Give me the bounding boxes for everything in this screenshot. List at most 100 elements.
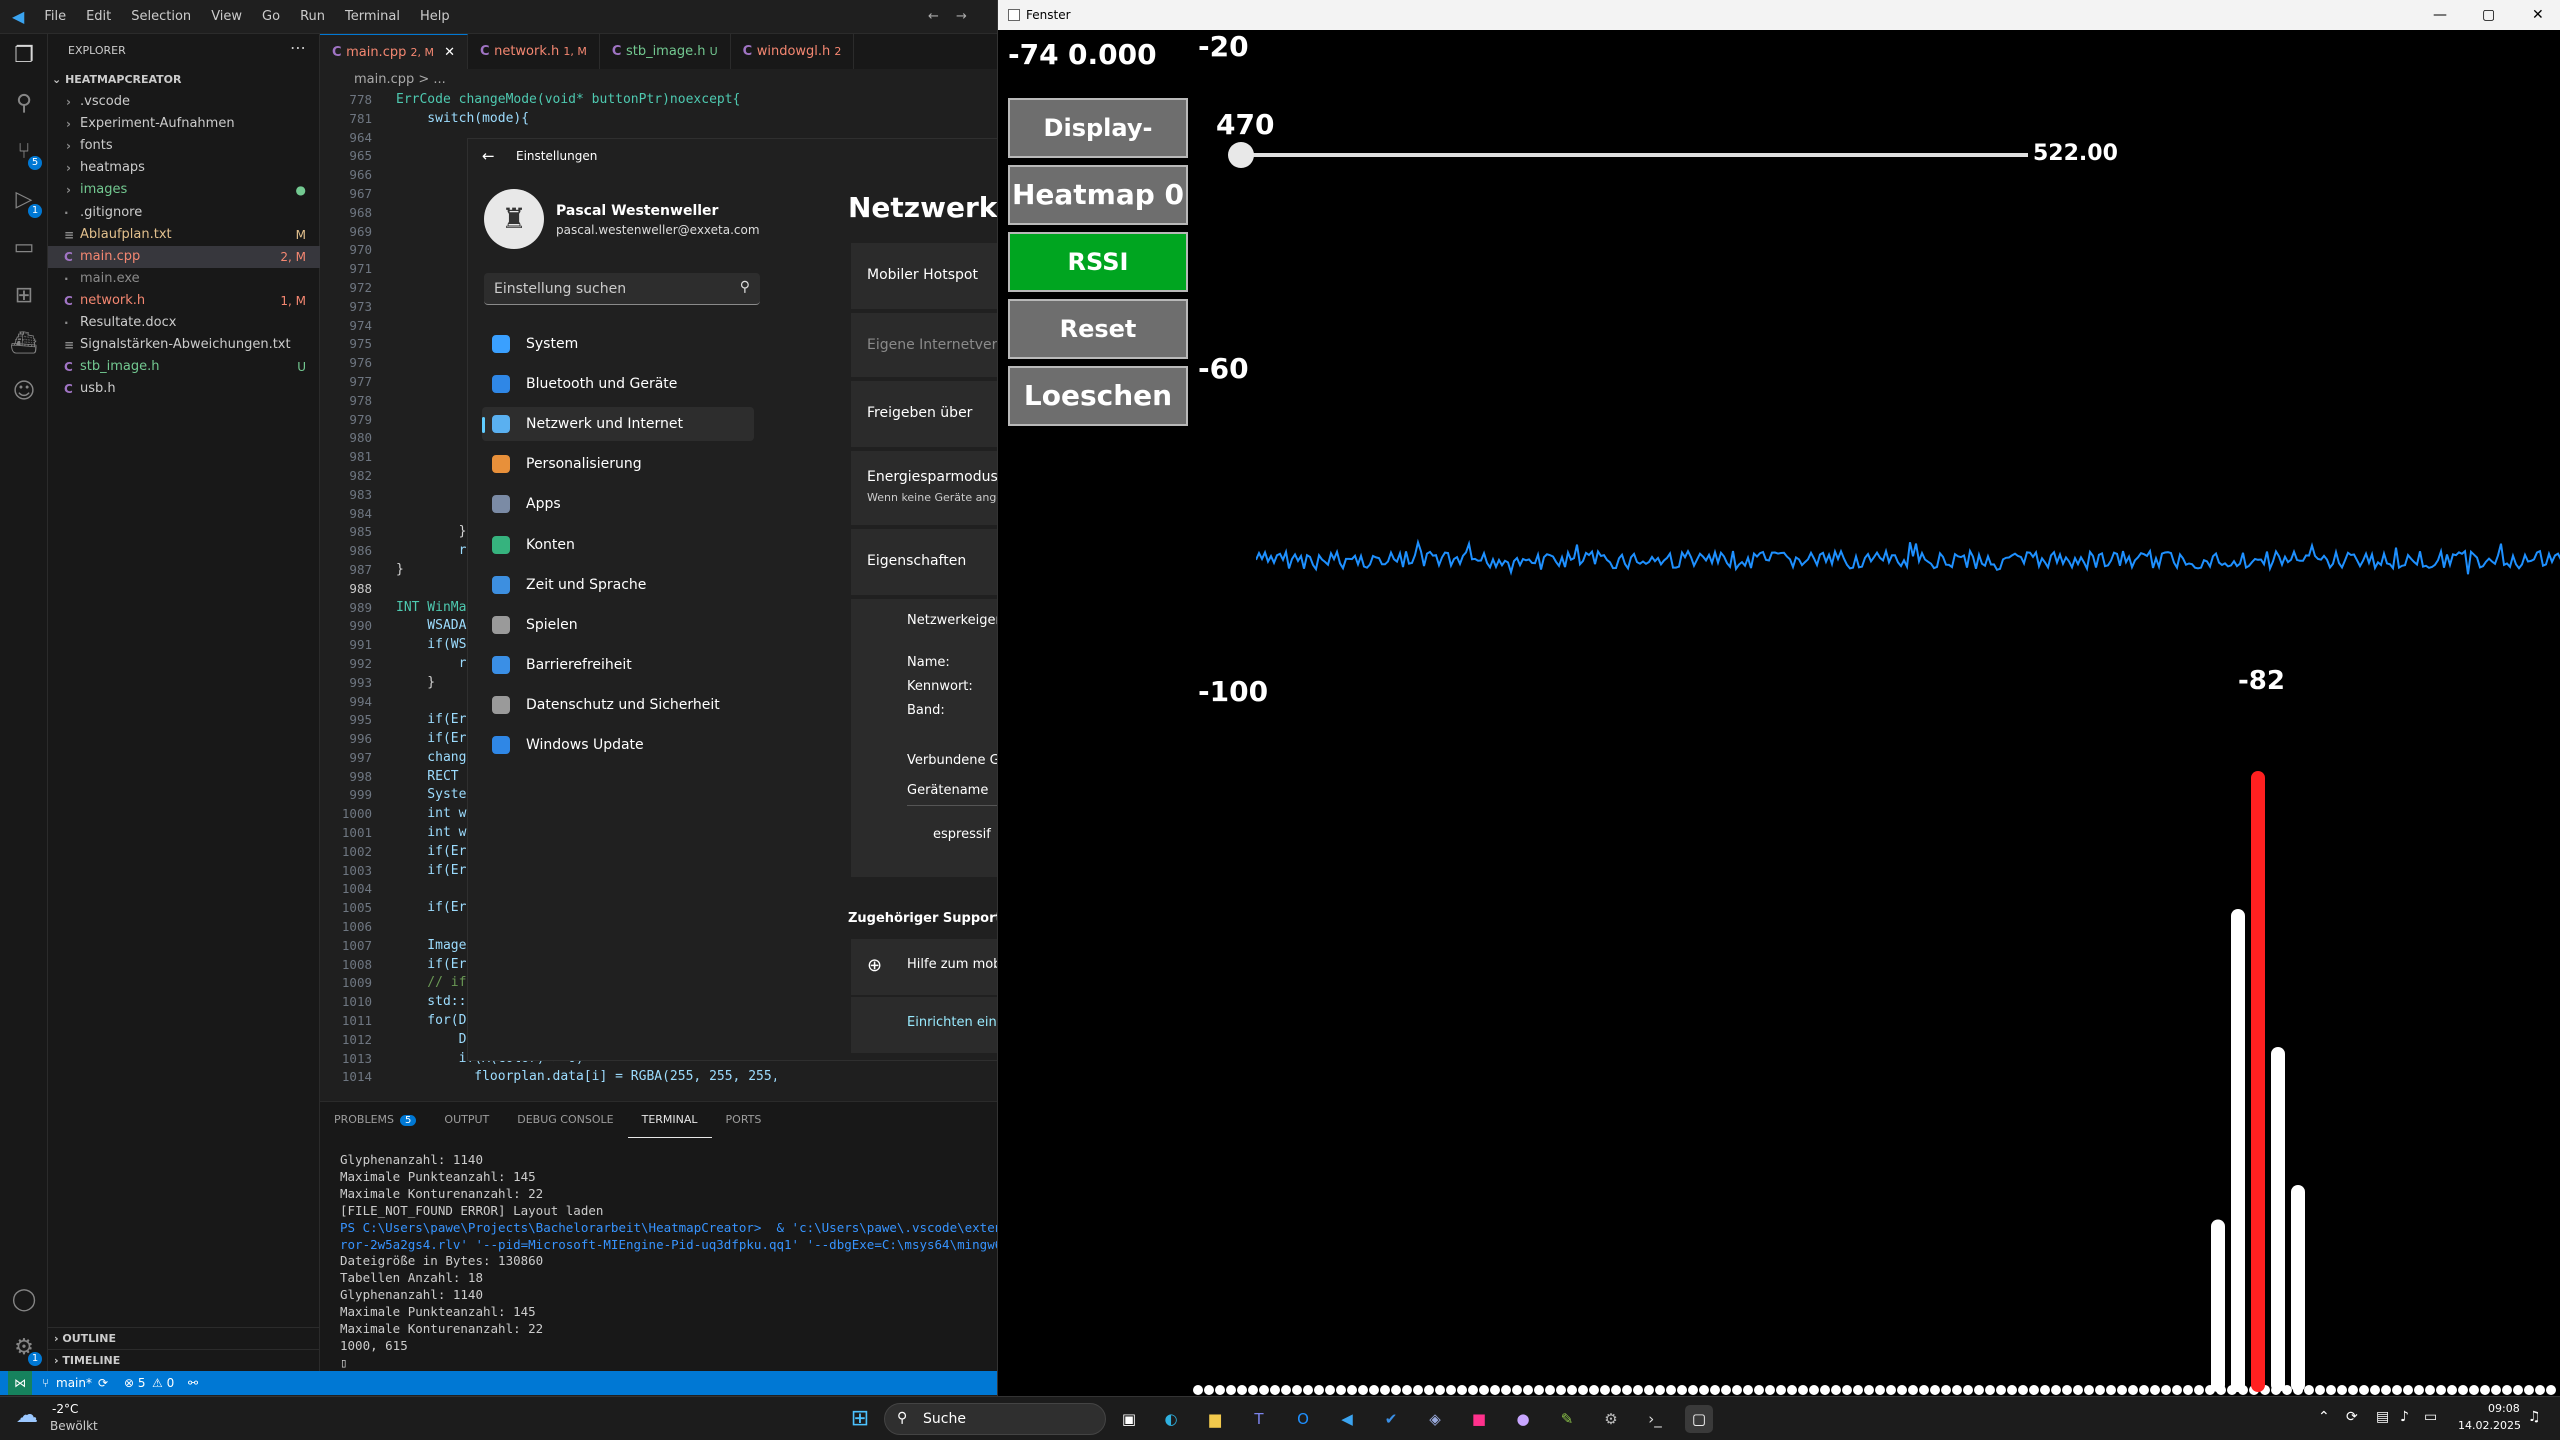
file-tree-item[interactable]: › fonts [48,135,320,157]
file-tree-item[interactable]: › Experiment-Aufnahmen [48,113,320,135]
file-tree-item[interactable]: · .gitignore [48,202,320,224]
menu-help[interactable]: Help [410,9,460,24]
file-tree-item[interactable]: · Resultate.docx [48,312,320,334]
file-tree-item[interactable]: Cnetwork.h 1, M [48,290,320,312]
explorer-icon[interactable]: ❐ [10,42,38,70]
tab-close-icon[interactable]: ✕ [440,45,455,60]
settings-taskbar-icon[interactable]: ⚙ [1597,1405,1625,1433]
slider-handle[interactable] [1228,142,1254,168]
card-help-hotspot[interactable]: ⊕ Hilfe zum mob [851,939,1001,995]
remote-explorer-icon[interactable]: ▭ [10,234,38,262]
network-icon[interactable]: ▤ [2376,1409,2389,1425]
file-tree-item[interactable]: › heatmaps [48,157,320,179]
outlook-icon[interactable]: O [1289,1405,1317,1433]
settings-nav-item[interactable]: Windows Update [482,728,754,762]
file-tree-item[interactable]: › .vscode [48,91,320,113]
tray-chevron-icon[interactable]: ⌃ [2318,1409,2330,1425]
teams-icon[interactable]: T [1245,1405,1273,1433]
notepad-icon[interactable]: ✎ [1553,1405,1581,1433]
rssi-request-button[interactable]: RSSI Anfrage [1008,232,1188,332]
user-avatar[interactable]: ♜ [484,189,544,249]
notification-bell-icon[interactable]: ♫ [2528,1409,2541,1425]
sync-icon[interactable]: ⟳ [98,1371,108,1395]
settings-nav-item[interactable]: Personalisierung [482,447,754,481]
run-debug-icon[interactable]: ▷ 1 [10,186,42,218]
menu-run[interactable]: Run [290,9,335,24]
file-tree-item[interactable]: · main.exe [48,268,320,290]
file-tree-item[interactable]: Cusb.h [48,378,320,400]
editor-tab[interactable]: C main.cpp 2, M ✕ [320,34,468,69]
menu-selection[interactable]: Selection [121,9,201,24]
editor-tab[interactable]: C stb_image.h U [600,34,731,69]
copilot-icon[interactable]: ☺ [10,378,38,406]
settings-nav-item[interactable]: Spielen [482,608,754,642]
branch-name[interactable]: main* [56,1371,92,1395]
file-tree-item[interactable]: ≡ Ablaufplan.txt M [48,224,320,246]
menu-file[interactable]: File [34,9,76,24]
menu-go[interactable]: Go [252,9,290,24]
vscode-taskbar-icon[interactable]: ◀ [1333,1405,1361,1433]
nav-forward-icon[interactable]: → [956,9,967,24]
extensions-icon[interactable]: ⊞ [10,282,38,310]
start-icon[interactable]: ⊞ [846,1405,874,1433]
panel-tab[interactable]: PROBLEMS 5 [320,1102,430,1138]
source-control-icon[interactable]: ⑂ 5 [10,138,42,170]
editor-tab[interactable]: C network.h 1, M [468,34,600,69]
file-tree-item[interactable]: Cstb_image.h U [48,356,320,378]
clock-time[interactable]: 09:08 [2488,1402,2520,1415]
card-share-over[interactable]: Freigeben über [851,381,1001,447]
error-count[interactable]: ⊗ 5 [124,1371,146,1395]
nav-back-icon[interactable]: ← [928,9,939,24]
volume-icon[interactable]: ♪ [2400,1409,2409,1425]
fenster-taskbar-icon[interactable]: ▢ [1685,1405,1713,1433]
editor-tab[interactable]: C windowgl.h 2 [731,34,855,69]
settings-nav-item[interactable]: Zeit und Sprache [482,568,754,602]
remote-icon[interactable]: ⋈ [8,1371,32,1395]
terminal-icon[interactable]: ›_ [1641,1405,1669,1433]
settings-nav-item[interactable]: Netzwerk und Internet [482,407,754,442]
settings-nav-item[interactable]: Datenschutz und Sicherheit [482,688,754,722]
minimize-icon[interactable]: — [2433,0,2447,30]
settings-nav-item[interactable]: Barrierefreiheit [482,648,754,682]
account-icon[interactable]: ◯ [10,1286,38,1314]
settings-nav-item[interactable]: Konten [482,528,754,562]
panel-tab[interactable]: OUTPUT [430,1102,503,1138]
teamviewer-icon[interactable]: ◈ [1421,1405,1449,1433]
file-tree-item[interactable]: Cmain.cpp 2, M [48,245,320,268]
menu-view[interactable]: View [201,9,252,24]
menu-terminal[interactable]: Terminal [335,9,410,24]
fenster-canvas[interactable]: -74 0.000 -20 Display-Mode Heatmap 0 RSS… [998,30,2560,1396]
display-mode-button[interactable]: Display-Mode [1008,98,1188,198]
panel-tab[interactable]: TERMINAL [627,1102,712,1138]
ports-icon[interactable]: ⚯ [188,1371,198,1395]
manage-gear-icon[interactable]: ⚙ 1 [10,1334,42,1366]
heatmap-button[interactable]: Heatmap 0 [1008,165,1188,225]
edge-icon[interactable]: ◐ [1157,1405,1185,1433]
outline-section[interactable]: › OUTLINE [48,1327,320,1349]
explorer-more-icon[interactable]: ⋯ [290,38,306,57]
jetbrains-icon[interactable]: ■ [1465,1405,1493,1433]
clock-date[interactable]: 14.02.2025 [2458,1419,2521,1432]
todo-icon[interactable]: ✔ [1377,1405,1405,1433]
taskbar-search[interactable]: ⚲ Suche [884,1403,1106,1435]
slider-track[interactable] [1238,153,2028,157]
file-tree-item[interactable]: ≡ Signalstärken-Abweichungen.txt [48,334,320,356]
reset-router-button[interactable]: Reset Router [1008,299,1188,399]
settings-nav-item[interactable]: Bluetooth und Geräte [482,367,754,401]
task-view-icon[interactable]: ▣ [1115,1405,1143,1433]
card-hotspot[interactable]: Mobiler Hotspot [851,243,1001,309]
panel-tab[interactable]: DEBUG CONSOLE [503,1102,627,1138]
battery-icon[interactable]: ▭ [2424,1409,2437,1425]
tray-sync-icon[interactable]: ⟳ [2346,1409,2358,1425]
terminal-output[interactable]: Glyphenanzahl: 1140 Maximale Punkteanzahl… [340,1152,1047,1372]
settings-nav-item[interactable]: System [482,327,754,361]
setup-link[interactable]: Einrichten eine [907,1015,1005,1030]
docker-icon[interactable]: ⛴ [10,330,38,358]
maximize-icon[interactable]: ▢ [2482,0,2495,30]
file-explorer-icon[interactable]: ▆ [1201,1405,1229,1433]
card-energy[interactable]: Energiesparmodus Wenn keine Geräte ange [851,451,1003,525]
card-setup-link[interactable]: Einrichten eine [851,997,1005,1053]
menu-edit[interactable]: Edit [76,9,121,24]
settings-nav-item[interactable]: Apps [482,487,754,521]
project-root[interactable]: ⌄ HEATMAPCREATOR [48,69,320,91]
